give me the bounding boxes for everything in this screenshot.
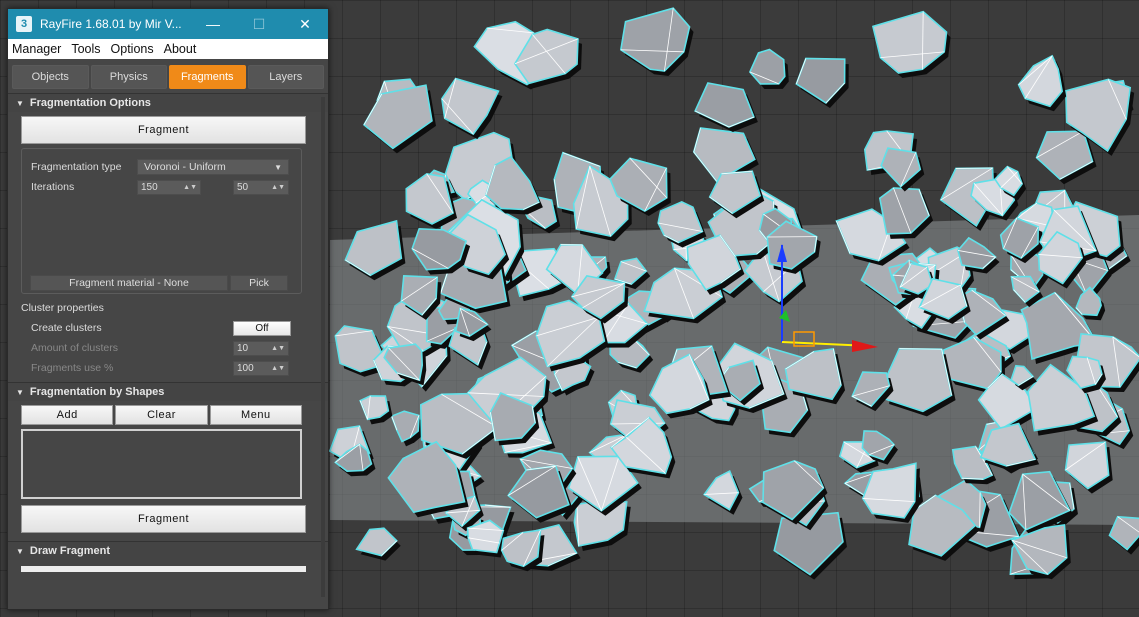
collapse-arrow-icon: ▼: [16, 546, 24, 556]
iterations-min-spinner[interactable]: 150 ▲▼: [137, 179, 201, 195]
tab-bar: Objects Physics Fragments Layers: [8, 59, 328, 93]
fragments-use-label: Fragments use %: [31, 362, 114, 374]
shapes-listbox[interactable]: [21, 429, 302, 499]
wall-fragment[interactable]: [694, 82, 758, 132]
dropdown-arrow-icon: ▼: [274, 162, 282, 172]
spinner-arrows-icon: ▲▼: [271, 344, 285, 352]
iterations-max-spinner[interactable]: 50 ▲▼: [233, 179, 289, 195]
rayfire-app-icon: 3: [16, 16, 32, 32]
window-title: RayFire 1.68.01 by Mir V...: [40, 17, 182, 31]
menu-about[interactable]: About: [164, 42, 197, 56]
fragment-by-shapes-button[interactable]: Fragment: [21, 505, 306, 533]
cluster-properties-title: Cluster properties: [21, 302, 104, 314]
menu-manager[interactable]: Manager: [12, 42, 61, 56]
rollout-title: Fragmentation by Shapes: [29, 386, 165, 398]
fragment-material-button[interactable]: Fragment material - None: [30, 275, 228, 291]
maximize-button[interactable]: ☐: [236, 9, 282, 39]
tab-fragments[interactable]: Fragments: [169, 65, 246, 89]
title-bar[interactable]: 3 RayFire 1.68.01 by Mir V... — ☐ ✕: [8, 9, 328, 39]
iterations-min-value: 150: [141, 181, 158, 193]
cluster-properties-group: Create clusters Off Amount of clusters 1…: [21, 318, 302, 378]
create-clusters-toggle[interactable]: Off: [233, 320, 291, 336]
fragmentation-by-shapes-rollout[interactable]: ▼ Fragmentation by Shapes: [8, 382, 328, 401]
fragment-button[interactable]: Fragment: [21, 116, 306, 144]
pick-button[interactable]: Pick: [230, 275, 288, 291]
rayfire-window: 3 RayFire 1.68.01 by Mir V... — ☐ ✕ Mana…: [7, 8, 329, 610]
amount-of-clusters-label: Amount of clusters: [31, 342, 118, 354]
tab-objects[interactable]: Objects: [12, 65, 89, 89]
rollout-title: Fragmentation Options: [29, 97, 151, 109]
draw-fragment-button-edge[interactable]: [21, 566, 306, 572]
fragments-use-spinner[interactable]: 100 ▲▼: [233, 360, 289, 376]
wall-fragment[interactable]: [441, 77, 503, 140]
collapse-arrow-icon: ▼: [16, 98, 24, 108]
rollout-title: Draw Fragment: [29, 545, 110, 557]
spinner-arrows-icon: ▲▼: [271, 183, 285, 191]
panel-scrollbar[interactable]: [321, 97, 325, 597]
tab-physics[interactable]: Physics: [90, 65, 167, 89]
amount-of-clusters-spinner[interactable]: 10 ▲▼: [233, 340, 289, 356]
menu-tools[interactable]: Tools: [71, 42, 100, 56]
add-button[interactable]: Add: [21, 405, 114, 425]
wall-fragment[interactable]: [795, 57, 849, 108]
wall-fragment[interactable]: [1035, 130, 1097, 185]
fragmentation-options-rollout[interactable]: ▼ Fragmentation Options: [8, 93, 328, 112]
shapes-button-row: Add Clear Menu: [21, 405, 302, 425]
collapse-arrow-icon: ▼: [16, 387, 24, 397]
clear-button[interactable]: Clear: [115, 405, 208, 425]
wall-fragment[interactable]: [355, 527, 401, 561]
spinner-arrows-icon: ▲▼: [183, 183, 197, 191]
iterations-max-value: 50: [237, 181, 249, 193]
wall-fragment[interactable]: [1017, 54, 1067, 112]
menu-options[interactable]: Options: [111, 42, 154, 56]
tab-layers[interactable]: Layers: [247, 65, 324, 89]
fragmentation-type-label: Fragmentation type: [31, 161, 122, 173]
wall-fragment[interactable]: [619, 7, 694, 77]
fragmentation-type-dropdown[interactable]: Voronoi - Uniform ▼: [137, 159, 289, 175]
minimize-button[interactable]: —: [190, 9, 236, 39]
create-clusters-label: Create clusters: [31, 322, 102, 334]
fragmentation-group: Fragmentation type Voronoi - Uniform ▼ I…: [21, 148, 302, 294]
amount-of-clusters-value: 10: [237, 342, 249, 354]
wall-fragment[interactable]: [880, 147, 925, 192]
draw-fragment-rollout[interactable]: ▼ Draw Fragment: [8, 541, 328, 560]
close-button[interactable]: ✕: [282, 9, 328, 39]
menu-bar: Manager Tools Options About: [8, 39, 328, 59]
spinner-arrows-icon: ▲▼: [271, 364, 285, 372]
menu-button[interactable]: Menu: [209, 405, 302, 425]
fragmentation-type-value: Voronoi - Uniform: [144, 161, 226, 173]
fragments-use-value: 100: [237, 362, 254, 374]
wall-fragment[interactable]: [362, 84, 436, 154]
wall-fragment[interactable]: [871, 10, 951, 78]
iterations-label: Iterations: [31, 181, 75, 193]
wall-fragment[interactable]: [748, 48, 789, 89]
